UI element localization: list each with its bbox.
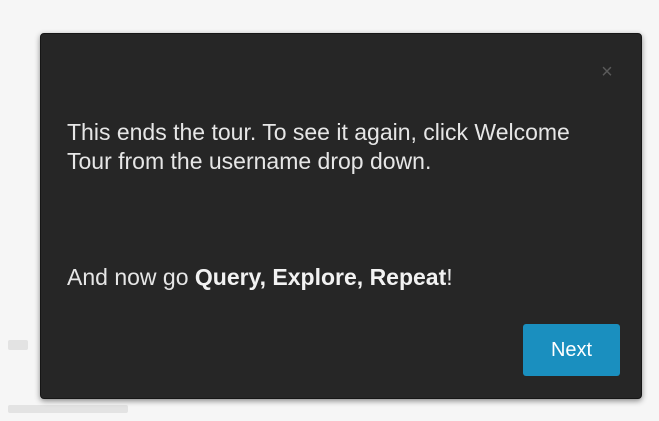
background-text-fragment [8, 340, 28, 350]
tour-popover: × This ends the tour. To see it again, c… [40, 33, 642, 399]
outro-suffix: ! [446, 264, 453, 290]
next-button[interactable]: Next [523, 324, 620, 376]
close-icon[interactable]: × [599, 62, 615, 82]
tour-outro: And now go Query, Explore, Repeat! [67, 263, 607, 292]
tour-message: This ends the tour. To see it again, cli… [67, 119, 570, 174]
outro-emphasis: Query, Explore, Repeat [194, 264, 447, 290]
background-text-fragment [8, 405, 128, 413]
outro-prefix: And now go [67, 264, 195, 290]
